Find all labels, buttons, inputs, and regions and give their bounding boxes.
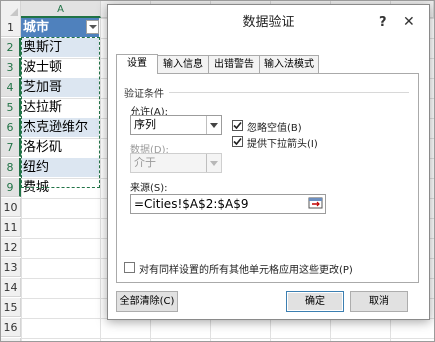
allow-select[interactable]: 序列 (130, 115, 222, 135)
row-header[interactable]: 5 (1, 98, 21, 117)
help-button[interactable]: ? (379, 15, 387, 30)
row-header[interactable]: 12 (1, 238, 21, 257)
select-all-corner[interactable] (1, 1, 21, 19)
row-header[interactable]: 6 (1, 118, 21, 137)
row-header[interactable]: 1 (1, 18, 21, 37)
row-header[interactable]: 14 (1, 278, 21, 297)
column-header-a[interactable]: A (21, 1, 101, 18)
ok-button[interactable]: 确定 (286, 291, 344, 312)
clear-all-button[interactable]: 全部清除(C) (116, 291, 178, 312)
close-icon[interactable]: ✕ (403, 14, 415, 30)
in-cell-dropdown-checkbox[interactable] (232, 136, 243, 147)
row-header[interactable]: 2 (1, 38, 21, 57)
tab-error-alert[interactable]: 出错警告 (208, 55, 260, 73)
row-header[interactable]: 4 (1, 78, 21, 97)
row-header[interactable]: 8 (1, 158, 21, 177)
row-header[interactable]: 17 (1, 338, 21, 341)
chevron-down-icon[interactable] (206, 116, 221, 134)
cancel-button[interactable]: 取消 (350, 291, 408, 312)
copy-marquee (21, 37, 100, 188)
in-cell-dropdown-label: 提供下拉箭头(I) (247, 139, 318, 150)
section-divider (169, 92, 409, 93)
data-validation-dialog: 数据验证 ? ✕ 设置 输入信息 出错警告 输入法模式 验证条件 允许(A): … (107, 4, 430, 320)
row-header[interactable]: 9 (1, 178, 21, 197)
row-header[interactable]: 15 (1, 298, 21, 317)
apply-all-label: 对有同样设置的所有其他单元格应用这些更改(P) (139, 265, 353, 276)
filter-dropdown-icon[interactable] (86, 20, 99, 34)
data-select: 介于 (130, 153, 222, 173)
source-input[interactable]: =Cities!$A$2:$A$9 (130, 194, 326, 214)
row-header[interactable]: 13 (1, 258, 21, 277)
tab-ime-mode[interactable]: 输入法模式 (259, 55, 319, 73)
tab-input-message[interactable]: 输入信息 (157, 55, 209, 73)
row-header[interactable]: 7 (1, 138, 21, 157)
data-select-value: 介于 (134, 156, 156, 169)
tab-settings[interactable]: 设置 (116, 54, 158, 74)
row-header[interactable]: 16 (1, 318, 21, 337)
ignore-blank-label: 忽略空值(B) (247, 123, 302, 134)
row-header[interactable]: 3 (1, 58, 21, 77)
ignore-blank-checkbox[interactable] (232, 120, 243, 131)
chevron-down-icon (206, 154, 221, 172)
row-header[interactable]: 11 (1, 218, 21, 237)
source-label: 来源(S): (130, 183, 168, 194)
allow-select-value: 序列 (134, 118, 156, 131)
section-label: 验证条件 (124, 89, 164, 100)
collapse-range-icon[interactable] (308, 195, 324, 211)
excel-window: A B C D E F G 1 2 3 4 5 6 7 8 9 10 11 12… (0, 0, 435, 342)
row-header[interactable]: 10 (1, 198, 21, 217)
apply-all-checkbox[interactable] (124, 262, 135, 273)
